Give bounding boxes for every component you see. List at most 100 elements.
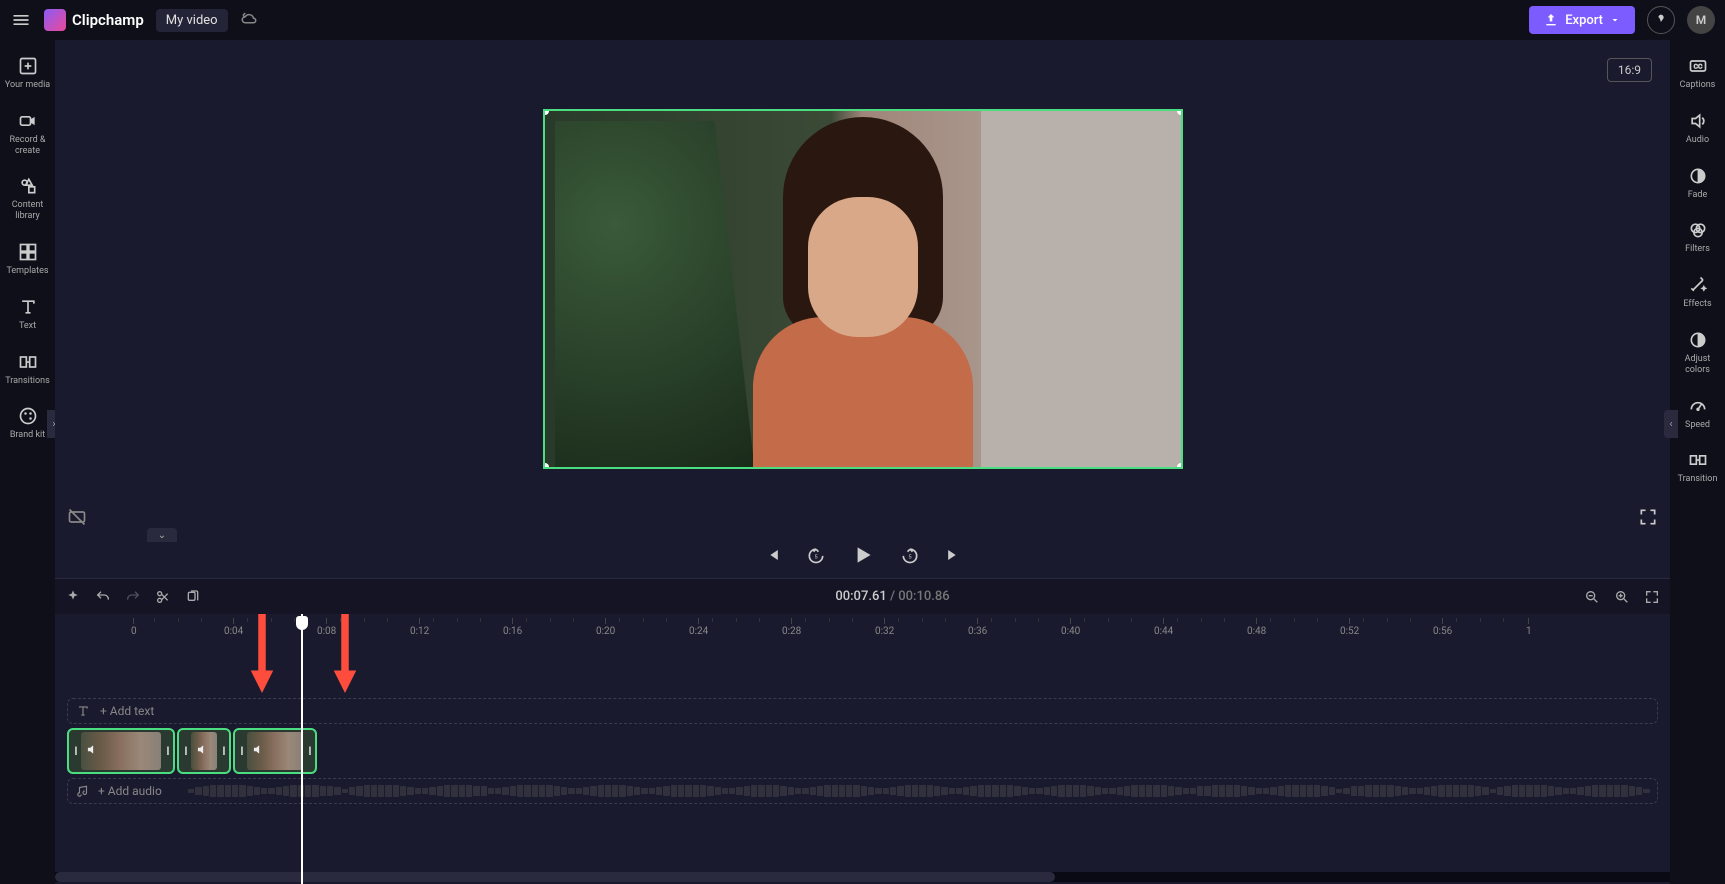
sidebar-item-text[interactable]: Text bbox=[0, 287, 55, 342]
export-button-label: Export bbox=[1565, 13, 1603, 28]
ruler-mark: 1 bbox=[1526, 618, 1532, 637]
export-button[interactable]: Export bbox=[1529, 6, 1635, 34]
rightnav-collapse-button[interactable]: ‹ bbox=[1664, 410, 1678, 438]
sidebar-item-your-media[interactable]: Your media bbox=[0, 46, 55, 101]
project-name-label: My video bbox=[166, 13, 218, 28]
svg-text:CC: CC bbox=[1693, 63, 1702, 71]
copy-button[interactable] bbox=[185, 589, 201, 605]
clip-trim-right[interactable]: || bbox=[303, 730, 315, 772]
playhead-knob[interactable] bbox=[296, 616, 308, 630]
timeline-scroll-thumb[interactable] bbox=[55, 872, 1055, 882]
ruler-mark: 0:08 bbox=[317, 618, 336, 637]
clip-audio-icon[interactable] bbox=[251, 743, 265, 760]
captions-off-icon[interactable] bbox=[67, 507, 87, 530]
rightnav-item-transition[interactable]: Transition bbox=[1670, 440, 1725, 495]
ruler-mark: 0:20 bbox=[596, 618, 615, 637]
ruler-mark: 0:52 bbox=[1340, 618, 1359, 637]
sidebar-item-content-library[interactable]: Content library bbox=[0, 166, 55, 232]
rightnav-item-effects[interactable]: Effects bbox=[1670, 265, 1725, 320]
sidebar-item-label: Record & create bbox=[3, 135, 52, 157]
rewind-5-button[interactable]: 5 bbox=[806, 545, 826, 565]
video-clip[interactable]: || || bbox=[67, 728, 175, 774]
help-button[interactable] bbox=[1647, 6, 1675, 34]
resize-handle-bl[interactable] bbox=[543, 463, 549, 469]
sidebar-item-templates[interactable]: Templates bbox=[0, 232, 55, 287]
ruler-mark: 0:04 bbox=[224, 618, 243, 637]
ruler-mark: 0:36 bbox=[968, 618, 987, 637]
rightnav-item-label: Adjust colors bbox=[1673, 354, 1722, 376]
sidebar-item-label: Your media bbox=[5, 80, 50, 91]
undo-button[interactable] bbox=[95, 589, 111, 605]
time-display: 00:07.61 / 00:10.86 bbox=[215, 589, 1570, 604]
text-track-add[interactable]: + Add text bbox=[67, 698, 1658, 724]
sidebar-item-record-create[interactable]: Record & create bbox=[0, 101, 55, 167]
rightnav-item-label: Audio bbox=[1686, 135, 1709, 146]
zoom-in-button[interactable] bbox=[1614, 589, 1630, 605]
clip-trim-right[interactable]: || bbox=[161, 730, 173, 772]
ruler-mark: 0:16 bbox=[503, 618, 522, 637]
video-clip[interactable]: || || bbox=[233, 728, 317, 774]
audio-track-add[interactable]: + Add audio bbox=[67, 778, 1658, 804]
fit-timeline-button[interactable] bbox=[1644, 589, 1660, 605]
music-icon bbox=[76, 784, 90, 798]
svg-text:5: 5 bbox=[814, 554, 818, 560]
ruler-mark: 0:48 bbox=[1247, 618, 1266, 637]
ruler-mark: 0:24 bbox=[689, 618, 708, 637]
rightnav-item-label: Captions bbox=[1680, 80, 1716, 91]
sidebar-item-label: Templates bbox=[6, 266, 48, 277]
magic-tool-button[interactable] bbox=[65, 589, 81, 605]
skip-end-button[interactable] bbox=[944, 545, 964, 565]
chevron-down-icon bbox=[1609, 14, 1621, 26]
skip-start-button[interactable] bbox=[762, 545, 782, 565]
video-clip-track: |||||||||||| bbox=[67, 728, 1658, 774]
ruler-mark: 0:32 bbox=[875, 618, 894, 637]
clip-trim-left[interactable]: || bbox=[69, 730, 81, 772]
forward-5-button[interactable]: 5 bbox=[900, 545, 920, 565]
clipchamp-logo-icon bbox=[44, 9, 66, 31]
clip-trim-left[interactable]: || bbox=[235, 730, 247, 772]
text-icon bbox=[76, 704, 90, 718]
total-duration: 00:10.86 bbox=[898, 589, 949, 604]
sidebar-item-label: Text bbox=[19, 321, 36, 332]
text-track-label: + Add text bbox=[100, 704, 154, 718]
resize-handle-br[interactable] bbox=[1177, 463, 1183, 469]
redo-button[interactable] bbox=[125, 589, 141, 605]
clip-audio-icon[interactable] bbox=[85, 743, 99, 760]
rightnav-item-captions[interactable]: CC Captions bbox=[1670, 46, 1725, 101]
sidebar-item-label: Content library bbox=[3, 200, 52, 222]
user-avatar[interactable]: M bbox=[1687, 6, 1715, 34]
project-name-input[interactable]: My video bbox=[156, 9, 228, 32]
rightnav-item-adjust-colors[interactable]: Adjust colors bbox=[1670, 320, 1725, 386]
rightnav-item-speed[interactable]: Speed bbox=[1670, 386, 1725, 441]
timeline-scrollbar[interactable] bbox=[55, 872, 1670, 882]
current-time: 00:07.61 bbox=[835, 589, 886, 604]
app-logo[interactable]: Clipchamp bbox=[44, 9, 144, 31]
avatar-initial: M bbox=[1696, 13, 1707, 27]
video-clip[interactable]: || || bbox=[177, 728, 231, 774]
left-sidebar: Your media Record & create Content libra… bbox=[0, 40, 55, 884]
rightnav-item-label: Effects bbox=[1683, 299, 1711, 310]
zoom-out-button[interactable] bbox=[1584, 589, 1600, 605]
play-button[interactable] bbox=[850, 542, 876, 568]
fullscreen-button[interactable] bbox=[1638, 507, 1658, 530]
rightnav-item-audio[interactable]: Audio bbox=[1670, 101, 1725, 156]
audio-track-label: + Add audio bbox=[98, 784, 162, 798]
aspect-ratio-button[interactable]: 16:9 bbox=[1607, 58, 1652, 82]
video-preview[interactable] bbox=[543, 109, 1183, 469]
sidebar-item-transitions[interactable]: Transitions bbox=[0, 342, 55, 397]
ruler-mark: 0:12 bbox=[410, 618, 429, 637]
ruler-mark: 0:44 bbox=[1154, 618, 1173, 637]
clip-trim-left[interactable]: || bbox=[179, 730, 191, 772]
resize-handle-tl[interactable] bbox=[543, 109, 549, 115]
sidebar-item-label: Brand kit bbox=[10, 430, 45, 441]
playhead[interactable] bbox=[301, 614, 303, 884]
hamburger-menu[interactable] bbox=[10, 9, 32, 31]
rightnav-item-filters[interactable]: Filters bbox=[1670, 210, 1725, 265]
split-button[interactable] bbox=[155, 589, 171, 605]
expand-panel-button[interactable]: ⌄ bbox=[147, 528, 177, 542]
rightnav-item-fade[interactable]: Fade bbox=[1670, 156, 1725, 211]
ruler-mark: 0:28 bbox=[782, 618, 801, 637]
clip-audio-icon[interactable] bbox=[195, 743, 209, 760]
clip-trim-right[interactable]: || bbox=[217, 730, 229, 772]
cloud-sync-icon[interactable] bbox=[240, 10, 258, 31]
